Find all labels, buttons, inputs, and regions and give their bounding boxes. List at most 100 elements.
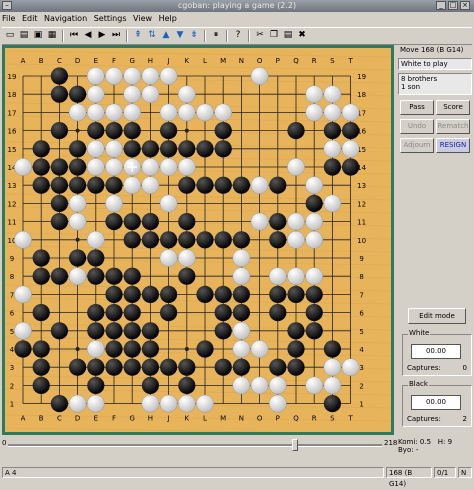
- previous-move-icon[interactable]: ◀: [82, 29, 94, 41]
- col-label: G: [129, 415, 134, 423]
- black-stone: [50, 194, 68, 212]
- white-stone: [159, 103, 178, 122]
- cut-icon[interactable]: ✂: [254, 29, 266, 41]
- up-icon[interactable]: ▲: [160, 29, 172, 41]
- menu-navigation[interactable]: Navigation: [42, 12, 89, 26]
- row-label: 13: [8, 182, 17, 190]
- row-label: 19: [357, 73, 366, 81]
- rematch-button[interactable]: Rematch: [436, 119, 470, 134]
- paste-icon[interactable]: ▤: [282, 29, 294, 41]
- status-n: N: [458, 467, 472, 478]
- col-label: F: [112, 415, 116, 423]
- white-stone: [323, 85, 342, 104]
- pass-button[interactable]: Pass: [400, 100, 434, 115]
- copy-icon[interactable]: ❐: [268, 29, 280, 41]
- help-cursor-icon[interactable]: ?: [232, 29, 244, 41]
- black-stone: [196, 340, 214, 358]
- black-stone: [287, 322, 305, 340]
- pause-icon[interactable]: ⏸: [210, 29, 222, 41]
- white-stone: [14, 158, 32, 176]
- branch-icon[interactable]: ⇅: [146, 29, 158, 41]
- undo-button[interactable]: Undo: [400, 119, 434, 134]
- col-label: L: [203, 57, 207, 65]
- black-stone: [69, 358, 87, 376]
- star-point: [75, 347, 80, 351]
- menu-view[interactable]: View: [131, 12, 154, 26]
- variation-up-icon[interactable]: ⇞: [132, 29, 144, 41]
- go-board[interactable]: AA19 19BB18 18CC17 17DD16 16EE15 15FF14 14GG13…: [5, 48, 391, 432]
- white-stone: [141, 158, 160, 176]
- black-stone: [141, 140, 159, 158]
- white-stone: [86, 67, 105, 85]
- black-stone: [87, 376, 105, 394]
- col-label: J: [167, 57, 170, 65]
- col-label: O: [257, 57, 263, 65]
- white-stone: [341, 103, 360, 122]
- new-file-icon[interactable]: ▭: [4, 29, 16, 41]
- col-label: N: [239, 57, 244, 65]
- black-stone: [105, 267, 123, 285]
- open-file-icon[interactable]: ▤: [18, 29, 30, 41]
- variation-down-icon[interactable]: ⇟: [188, 29, 200, 41]
- black-stone: [105, 358, 123, 376]
- white-stone: [141, 394, 160, 413]
- print-icon[interactable]: ▦: [46, 29, 58, 41]
- col-label: C: [57, 415, 62, 423]
- white-stone: [86, 340, 105, 358]
- col-label: J: [167, 415, 170, 423]
- slider-thumb[interactable]: [292, 439, 298, 451]
- white-stone: [123, 85, 142, 104]
- row-label: 8: [359, 273, 363, 281]
- white-stone: [268, 376, 287, 395]
- white-stone: [105, 158, 123, 176]
- close-icon[interactable]: ×: [460, 1, 470, 10]
- black-group: 00.00 Captures: 2: [402, 385, 472, 427]
- black-stone: [123, 358, 141, 376]
- menu-edit[interactable]: Edit: [20, 12, 40, 26]
- row-label: 7: [10, 291, 14, 299]
- first-move-icon[interactable]: ⏮: [68, 29, 80, 41]
- edit-mode-button[interactable]: Edit mode: [408, 308, 466, 324]
- last-move-icon[interactable]: ⏭: [110, 29, 122, 41]
- resign-button[interactable]: RESIGN: [436, 138, 470, 153]
- menu-help[interactable]: Help: [157, 12, 179, 26]
- adjourn-button[interactable]: Adjourn: [400, 138, 434, 153]
- menu-settings[interactable]: Settings: [92, 12, 129, 26]
- white-stone: [323, 376, 342, 395]
- row-label: 9: [10, 255, 14, 263]
- black-stone: [305, 322, 323, 340]
- save-icon[interactable]: ▣: [32, 29, 44, 41]
- info-line-2: 1 son: [401, 83, 421, 91]
- white-stone: [177, 85, 196, 104]
- black-stone: [141, 340, 159, 358]
- next-move-icon[interactable]: ▶: [96, 29, 108, 41]
- white-stone: [250, 212, 269, 231]
- white-stone: [341, 139, 360, 158]
- black-stone: [123, 122, 141, 140]
- black-stone: [178, 176, 196, 194]
- black-stone: [269, 285, 287, 303]
- score-button[interactable]: Score: [436, 100, 470, 115]
- black-stone: [287, 285, 305, 303]
- col-label: D: [75, 415, 80, 423]
- slider-max: 218: [384, 439, 398, 447]
- white-stone: [305, 85, 324, 104]
- col-label: C: [57, 57, 62, 65]
- down-icon[interactable]: ▼: [174, 29, 186, 41]
- white-stone: [68, 394, 87, 413]
- col-label: D: [75, 57, 80, 65]
- black-stone: [50, 395, 68, 413]
- maximize-icon[interactable]: □: [448, 1, 458, 10]
- white-stone: [105, 67, 123, 85]
- white-stone: [232, 249, 251, 267]
- black-stone: [32, 376, 50, 394]
- col-label: S: [330, 57, 335, 65]
- white-group: 00.00 Captures: 0: [402, 334, 472, 376]
- menu-file[interactable]: File: [0, 12, 17, 26]
- black-clock: 00.00: [411, 395, 461, 410]
- white-stone: [123, 176, 142, 195]
- delete-icon[interactable]: ✖: [296, 29, 308, 41]
- black-stone: [105, 176, 123, 194]
- minimize-icon[interactable]: _: [436, 1, 446, 10]
- black-stone: [305, 285, 323, 303]
